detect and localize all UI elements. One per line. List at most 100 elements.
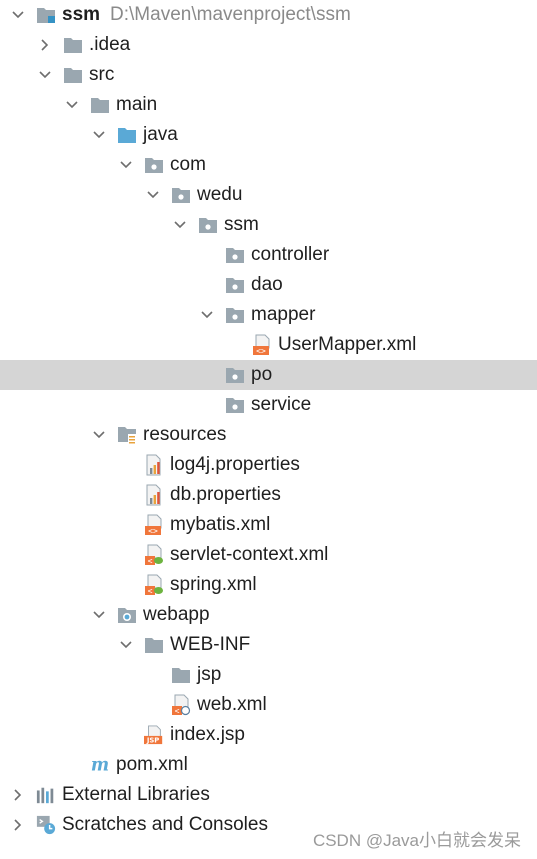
chevron-down-icon[interactable]	[91, 420, 107, 450]
tree-item[interactable]: log4j.properties	[0, 450, 537, 480]
tree-item[interactable]: <> UserMapper.xml	[0, 330, 537, 360]
tree-item[interactable]: java	[0, 120, 537, 150]
spring-xml-file-icon: <	[144, 574, 164, 596]
tree-item-label: log4j.properties	[170, 454, 300, 475]
chevron-down-icon[interactable]	[199, 300, 215, 330]
tree-item[interactable]: WEB-INF	[0, 630, 537, 660]
package-icon	[171, 184, 191, 206]
tree-item[interactable]: controller	[0, 240, 537, 270]
tree-item[interactable]: < servlet-context.xml	[0, 540, 537, 570]
tree-item-label: ssm	[224, 214, 259, 235]
tree-item-label: web.xml	[197, 694, 267, 715]
tree-item-label: mapper	[251, 304, 316, 325]
chevron-down-icon[interactable]	[10, 0, 26, 30]
tree-item[interactable]: com	[0, 150, 537, 180]
tree-item-label: servlet-context.xml	[170, 544, 329, 565]
tree-item[interactable]: ssm	[0, 210, 537, 240]
tree-item[interactable]: jsp	[0, 660, 537, 690]
svg-text:<: <	[148, 587, 153, 596]
xml-file-icon: <>	[144, 514, 164, 536]
folder-icon	[90, 94, 110, 116]
svg-text:<: <	[175, 707, 180, 716]
tree-item[interactable]: wedu	[0, 180, 537, 210]
chevron-down-icon[interactable]	[91, 120, 107, 150]
chevron-down-icon[interactable]	[118, 630, 134, 660]
tree-item[interactable]: mapper	[0, 300, 537, 330]
tree-item[interactable]: po	[0, 360, 537, 390]
web-folder-icon	[117, 604, 137, 626]
tree-item[interactable]: m pom.xml	[0, 750, 537, 780]
source-folder-icon	[117, 124, 137, 146]
tree-item-label: Scratches and Consoles	[62, 814, 268, 835]
tree-item[interactable]: ssm D:\Maven\mavenproject\ssm	[0, 0, 537, 30]
tree-item-label: spring.xml	[170, 574, 257, 595]
chevron-down-icon[interactable]	[37, 60, 53, 90]
tree-item-label: main	[116, 94, 158, 115]
tree-item-label: controller	[251, 244, 330, 265]
chevron-right-icon[interactable]	[37, 30, 53, 60]
folder-icon	[171, 664, 191, 686]
tree-item-label: java	[143, 124, 178, 145]
package-icon	[144, 154, 164, 176]
tree-item[interactable]: webapp	[0, 600, 537, 630]
package-icon	[225, 244, 245, 266]
chevron-right-icon[interactable]	[10, 780, 26, 810]
tree-item-label: mybatis.xml	[170, 514, 271, 535]
tree-item[interactable]: .idea	[0, 30, 537, 60]
project-path: D:\Maven\mavenproject\ssm	[110, 4, 351, 25]
chevron-right-icon[interactable]	[10, 810, 26, 840]
package-icon	[225, 304, 245, 326]
chevron-down-icon[interactable]	[118, 150, 134, 180]
tree-item[interactable]: JSP index.jsp	[0, 720, 537, 750]
svg-text:<: <	[148, 557, 153, 566]
svg-text:JSP: JSP	[146, 737, 159, 745]
package-icon	[225, 274, 245, 296]
tree-item[interactable]: main	[0, 90, 537, 120]
tree-item[interactable]: <> mybatis.xml	[0, 510, 537, 540]
tree-item[interactable]: < web.xml	[0, 690, 537, 720]
tree-item-label: External Libraries	[62, 784, 210, 805]
tree-item-label: WEB-INF	[170, 634, 251, 655]
properties-file-icon	[144, 454, 164, 476]
tree-item-label: dao	[251, 274, 283, 295]
folder-icon	[63, 34, 83, 56]
chevron-down-icon[interactable]	[64, 90, 80, 120]
tree-item[interactable]: src	[0, 60, 537, 90]
jsp-file-icon: JSP	[144, 724, 164, 746]
tree-item[interactable]: dao	[0, 270, 537, 300]
chevron-down-icon[interactable]	[91, 600, 107, 630]
maven-file-icon: m	[90, 754, 110, 776]
package-icon	[225, 394, 245, 416]
folder-icon	[63, 64, 83, 86]
tree-item-label: service	[251, 394, 312, 415]
svg-text:<>: <>	[256, 347, 266, 356]
scratches-icon	[36, 814, 56, 836]
web-xml-file-icon: <	[171, 694, 191, 716]
tree-item-label: UserMapper.xml	[278, 334, 417, 355]
chevron-down-icon[interactable]	[172, 210, 188, 240]
svg-text:<>: <>	[148, 527, 158, 536]
tree-item[interactable]: External Libraries	[0, 780, 537, 810]
xml-file-icon: <>	[252, 334, 272, 356]
tree-item[interactable]: resources	[0, 420, 537, 450]
tree-item[interactable]: service	[0, 390, 537, 420]
tree-item-label: com	[170, 154, 206, 175]
watermark: CSDN @Java小白就会发呆	[312, 831, 521, 850]
tree-item[interactable]: < spring.xml	[0, 570, 537, 600]
tree-item-label: src	[89, 64, 115, 85]
chevron-down-icon[interactable]	[145, 180, 161, 210]
tree-item[interactable]: db.properties	[0, 480, 537, 510]
module-folder-icon	[36, 4, 56, 26]
